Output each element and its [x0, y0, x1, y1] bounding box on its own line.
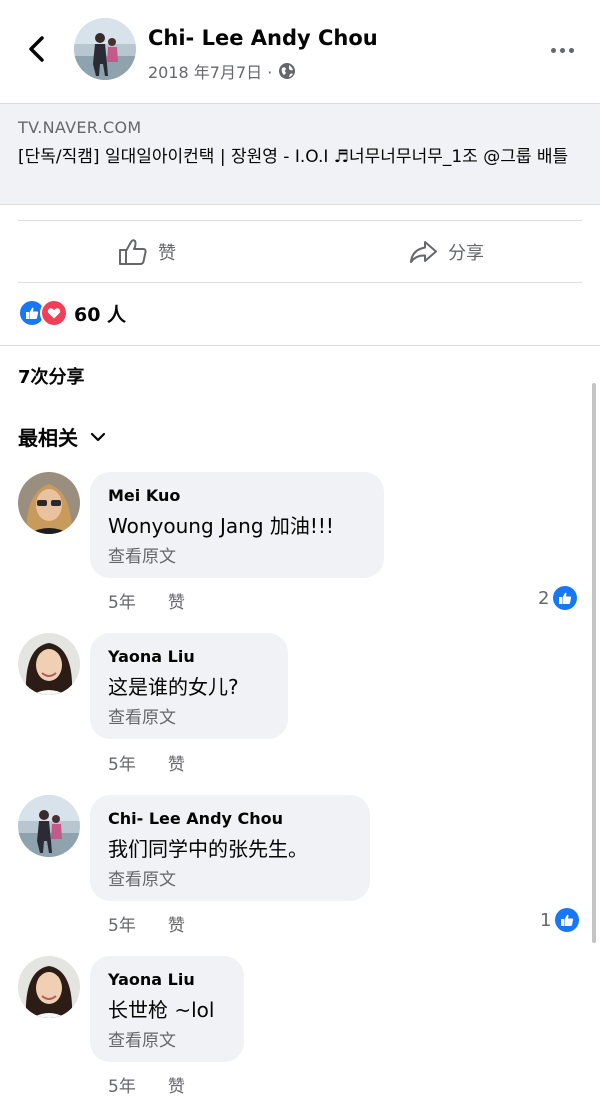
comment-sort-dropdown[interactable]: 最相关 [18, 422, 106, 451]
globe-icon [279, 63, 296, 79]
commenter-name[interactable]: Yaona Liu [108, 645, 270, 669]
thumbs-up-icon [119, 239, 147, 265]
more-dot-icon [559, 47, 565, 53]
comment-time[interactable]: 5年 [108, 750, 136, 775]
comment-meta: 5年 赞 [108, 911, 185, 936]
divider [18, 220, 582, 221]
share-label: 分享 [448, 243, 484, 264]
comment-meta: 5年 赞 [108, 1072, 185, 1097]
commenter-name[interactable]: Chi- Lee Andy Chou [108, 807, 352, 831]
comment-time[interactable]: 5年 [108, 588, 136, 613]
comment-time[interactable]: 5年 [108, 1072, 136, 1097]
comment-bubble[interactable]: Yaona Liu 这是谁的女儿? 查看原文 [90, 633, 288, 739]
like-label: 赞 [158, 243, 176, 264]
back-button[interactable] [22, 34, 52, 64]
chevron-down-icon [90, 432, 106, 441]
comment-text: Wonyoung Jang 加油!!! [108, 514, 334, 538]
link-title: [단독/직캠] 일대일아이컨택 | 장원영 - I.O.I ♬너무너무너무_1조… [18, 147, 569, 167]
like-reaction-icon [555, 908, 580, 932]
sort-label: 最相关 [18, 426, 78, 450]
comment-like-button[interactable]: 赞 [168, 1072, 185, 1097]
comment-reaction-count: 2 [538, 587, 550, 609]
see-original-link[interactable]: 查看原文 [108, 1028, 226, 1054]
comment-like-button[interactable]: 赞 [168, 588, 185, 613]
comment-bubble[interactable]: Chi- Lee Andy Chou 我们同学中的张先生。 查看原文 [90, 795, 370, 901]
reaction-summary[interactable]: 60 人 [18, 297, 126, 329]
comment-like-button[interactable]: 赞 [168, 911, 185, 936]
share-button[interactable]: 分享 [408, 226, 484, 278]
share-count[interactable]: 7次分享 [18, 363, 85, 389]
comment-reaction-count: 1 [540, 909, 552, 931]
author-name[interactable]: Chi- Lee Andy Chou [148, 26, 378, 50]
commenter-avatar[interactable] [18, 472, 80, 534]
divider [18, 282, 582, 283]
commenter-avatar[interactable] [18, 795, 80, 857]
link-domain: TV.NAVER.COM [18, 118, 142, 137]
commenter-avatar[interactable] [18, 956, 80, 1018]
see-original-link[interactable]: 查看原文 [108, 867, 352, 893]
comment-meta: 5年 赞 [108, 750, 185, 775]
comment-reactions[interactable]: 2 [538, 586, 578, 610]
see-original-link[interactable]: 查看原文 [108, 705, 270, 731]
commenter-avatar[interactable] [18, 633, 80, 695]
chevron-left-icon [29, 36, 44, 62]
more-dot-icon [568, 47, 574, 53]
reaction-count: 60 人 [74, 303, 127, 326]
scrollbar[interactable] [592, 383, 596, 943]
see-original-link[interactable]: 查看原文 [108, 544, 366, 570]
comment-text: 这是谁的女儿? [108, 675, 239, 699]
divider [0, 345, 600, 346]
like-reaction-icon [553, 586, 578, 610]
author-avatar[interactable] [74, 18, 136, 80]
more-options-button[interactable] [546, 38, 578, 62]
comment-time[interactable]: 5年 [108, 911, 136, 936]
share-arrow-icon [410, 241, 437, 263]
post-meta: 2018 年7月7日 · [148, 59, 296, 83]
post-date[interactable]: 2018 年7月7日 · [148, 59, 272, 83]
comment-bubble[interactable]: Mei Kuo Wonyoung Jang 加油!!! 查看原文 [90, 472, 384, 578]
post-header: Chi- Lee Andy Chou 2018 年7月7日 · [0, 0, 600, 100]
like-button[interactable]: 赞 [118, 226, 176, 278]
comment-text: 我们同学中的张先生。 [108, 837, 308, 861]
comment-bubble[interactable]: Yaona Liu 长世枪 ~lol 查看原文 [90, 956, 244, 1062]
comment-text: 长世枪 ~lol [108, 998, 215, 1022]
love-reaction-icon [40, 299, 68, 327]
comment-reactions[interactable]: 1 [540, 908, 580, 932]
link-preview-card[interactable]: TV.NAVER.COM [단독/직캠] 일대일아이컨택 | 장원영 - I.O… [0, 103, 600, 205]
comment-meta: 5年 赞 [108, 588, 185, 613]
comment-like-button[interactable]: 赞 [168, 750, 185, 775]
commenter-name[interactable]: Mei Kuo [108, 484, 366, 508]
commenter-name[interactable]: Yaona Liu [108, 968, 226, 992]
more-dot-icon [550, 47, 556, 53]
